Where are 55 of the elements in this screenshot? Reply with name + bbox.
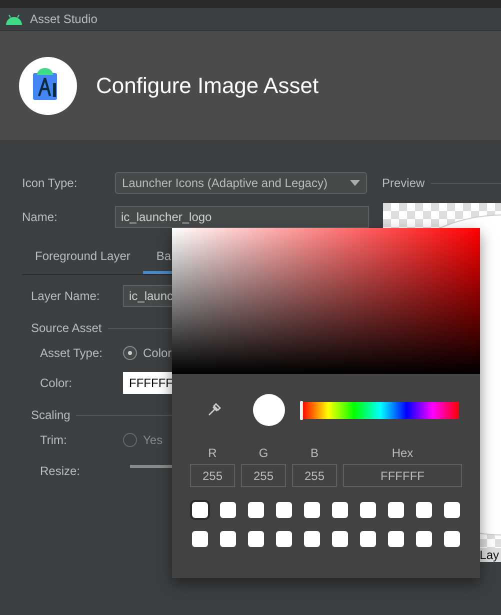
color-swatch[interactable] [332, 502, 348, 518]
color-swatch[interactable] [220, 531, 236, 547]
preview-label: Preview [382, 176, 425, 190]
field-label: Icon Type: [21, 176, 78, 190]
channel-field[interactable]: 255 [292, 464, 337, 487]
caret-icon [350, 180, 360, 186]
channel-label: Hex [392, 446, 414, 460]
color-swatch[interactable] [192, 531, 208, 547]
color-swatch[interactable] [276, 531, 292, 547]
radio-label[interactable]: Color [143, 346, 172, 360]
field-label: Name: [21, 210, 58, 224]
field-label: Asset Type: [39, 346, 104, 360]
channel-label: G [258, 446, 268, 460]
color-swatch[interactable] [332, 531, 348, 547]
channel-label: B [310, 446, 318, 460]
color-swatch[interactable] [444, 502, 460, 518]
color-swatch[interactable] [388, 531, 404, 547]
color-swatch[interactable] [304, 502, 320, 518]
color-swatch[interactable] [388, 502, 404, 518]
color-swatch[interactable] [416, 502, 432, 518]
field-label: Color: [39, 376, 74, 390]
color-swatch[interactable] [220, 502, 236, 518]
field-label: Layer Name: [30, 289, 101, 303]
channel-field[interactable]: 255 [190, 464, 235, 487]
channel-label: R [208, 446, 217, 460]
android-icon [5, 14, 23, 24]
field-label: Resize: [39, 464, 82, 478]
color-swatch[interactable] [360, 531, 376, 547]
channel-field[interactable]: 255 [241, 464, 286, 487]
saturation-value-area[interactable] [172, 228, 480, 374]
dialog-title: Configure Image Asset [96, 72, 319, 98]
window-title: Asset Studio [30, 12, 98, 26]
hue-slider[interactable] [302, 402, 459, 418]
radio-button[interactable] [123, 433, 137, 447]
color-swatch[interactable] [248, 531, 264, 547]
color-swatch[interactable] [192, 502, 208, 518]
channel-field[interactable]: FFFFFF [343, 464, 462, 487]
color-swatch[interactable] [444, 531, 460, 547]
color-swatch[interactable] [416, 531, 432, 547]
slider-thumb[interactable] [300, 400, 303, 420]
color-swatch[interactable] [276, 502, 292, 518]
radio-button[interactable] [123, 346, 137, 360]
section-title: Scaling [31, 408, 70, 422]
color-swatch[interactable] [248, 502, 264, 518]
field-label: Trim: [39, 433, 68, 447]
layer-tab[interactable]: Foreground Layer [22, 244, 144, 274]
eyedropper-icon[interactable] [207, 403, 221, 417]
studio-logo-icon [19, 56, 77, 114]
name-field[interactable]: ic_launcher_logo [115, 206, 369, 228]
radio-label[interactable]: Yes [143, 433, 163, 447]
color-swatch[interactable] [360, 502, 376, 518]
color-swatch[interactable] [304, 531, 320, 547]
current-color-circle [253, 394, 285, 426]
icon-type-dropdown[interactable]: Launcher Icons (Adaptive and Legacy) [115, 172, 367, 194]
section-title: Source Asset [31, 321, 102, 335]
